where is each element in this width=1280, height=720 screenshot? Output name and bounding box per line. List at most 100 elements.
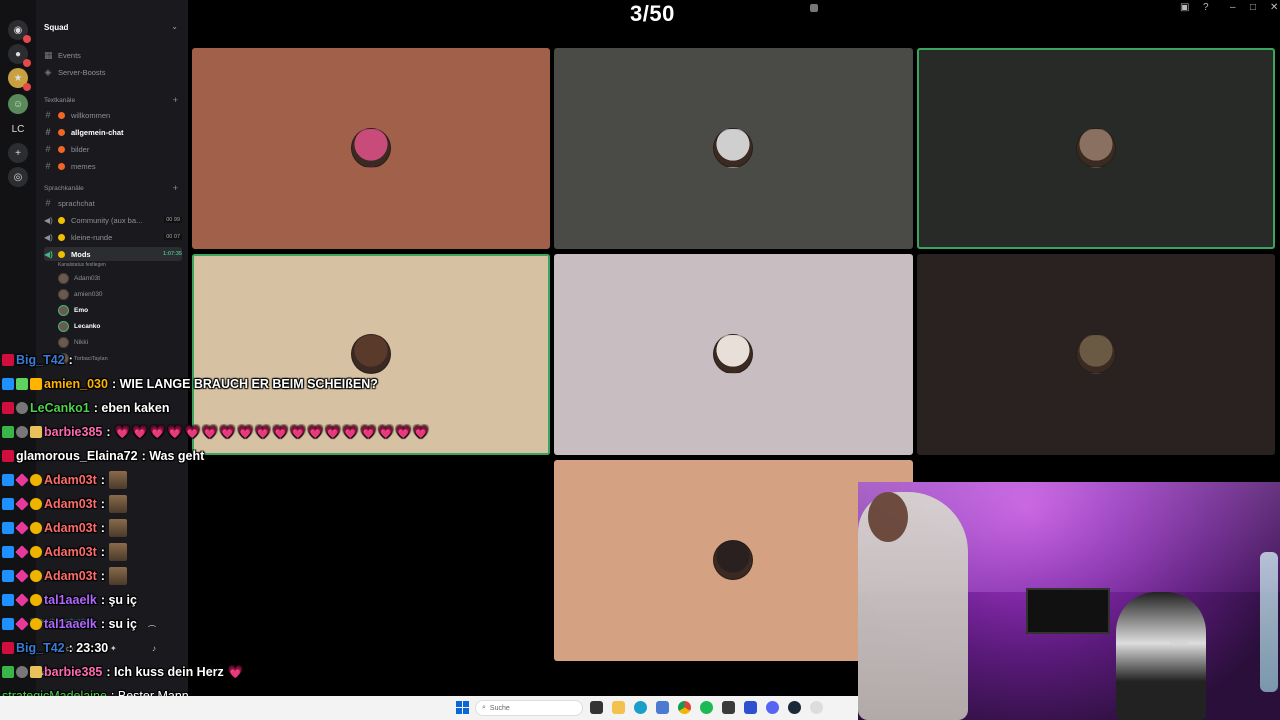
chat-badge-icon bbox=[2, 594, 14, 606]
voice-channel-community[interactable]: ◀) Community (aux ba... 00 99 bbox=[44, 213, 182, 227]
channel-memes[interactable]: # memes bbox=[44, 159, 182, 173]
inbox-icon[interactable]: ▣ bbox=[1180, 2, 1189, 13]
soundboard-icon[interactable]: ♪ bbox=[152, 644, 156, 653]
chat-username[interactable]: tal1aaelk bbox=[44, 617, 97, 631]
server-icon[interactable]: ★ bbox=[8, 68, 31, 91]
video-tile[interactable] bbox=[554, 48, 913, 249]
channel-label: bilder bbox=[71, 144, 90, 154]
voice-user[interactable]: Lecanko bbox=[58, 320, 100, 333]
chat-text: : 23:30 bbox=[68, 641, 109, 655]
channel-sprachchat[interactable]: # sprachchat bbox=[44, 196, 182, 210]
app-icon[interactable] bbox=[744, 701, 757, 714]
chat-message: barbie385: Ich kuss dein Herz 💗 bbox=[2, 662, 245, 682]
chat-badge-icon bbox=[30, 570, 42, 582]
server-boosts-item[interactable]: ◈ Server-Boosts bbox=[44, 65, 182, 79]
channel-allgemein-chat[interactable]: # allgemein-chat bbox=[44, 125, 182, 139]
discover-icon[interactable]: ◎ bbox=[8, 167, 28, 187]
video-tile[interactable] bbox=[917, 254, 1275, 455]
chat-username[interactable]: Big_T42 bbox=[16, 641, 65, 655]
chat-badge-icon bbox=[2, 546, 14, 558]
chat-username[interactable]: barbie385 bbox=[44, 665, 102, 679]
text-category[interactable]: Textkanäle bbox=[44, 97, 75, 104]
disconnect-icon[interactable]: ⌒ bbox=[148, 624, 156, 635]
windows-taskbar: ⌕ Suche bbox=[0, 696, 858, 720]
chat-badge-icon bbox=[16, 378, 28, 390]
chat-username[interactable]: glamorous_Elaina72 bbox=[16, 449, 138, 463]
voice-user-name: Emo bbox=[74, 307, 89, 314]
avatar bbox=[58, 321, 69, 332]
server-icon-active[interactable]: ☺ bbox=[8, 94, 28, 114]
chat-badge-icon bbox=[2, 426, 14, 438]
edge-icon[interactable] bbox=[634, 701, 647, 714]
chat-badge-icon bbox=[16, 666, 28, 678]
streamer-head bbox=[868, 492, 908, 542]
help-icon[interactable]: ? bbox=[1203, 2, 1209, 13]
video-tile[interactable] bbox=[192, 48, 550, 249]
minimize-button[interactable]: – bbox=[1230, 2, 1236, 13]
windows-start-icon[interactable] bbox=[456, 701, 469, 714]
video-tile[interactable] bbox=[554, 254, 913, 455]
maximize-button[interactable]: □ bbox=[1250, 2, 1256, 13]
close-button[interactable]: ✕ bbox=[1270, 2, 1278, 13]
chat-username[interactable]: amien_030 bbox=[44, 377, 108, 391]
speaker-icon: ◀) bbox=[44, 232, 53, 242]
spotify-icon[interactable] bbox=[700, 701, 713, 714]
discord-icon[interactable] bbox=[766, 701, 779, 714]
events-item[interactable]: ▦ Events bbox=[44, 48, 182, 62]
voice-category[interactable]: Sprachkanäle bbox=[44, 185, 84, 192]
chat-username[interactable]: Adam03t bbox=[44, 497, 97, 511]
store-icon[interactable] bbox=[656, 701, 669, 714]
file-explorer-icon[interactable] bbox=[612, 701, 625, 714]
chat-username[interactable]: tal1aaelk bbox=[44, 593, 97, 607]
voice-channel-mods[interactable]: ◀) Mods 1:07:35 bbox=[44, 247, 182, 261]
chat-username[interactable]: Big_T42 bbox=[16, 353, 65, 367]
media-icon[interactable] bbox=[722, 701, 735, 714]
video-tile[interactable] bbox=[917, 48, 1275, 249]
user-limit: 00 07 bbox=[164, 234, 182, 240]
chat-username[interactable]: Adam03t bbox=[44, 521, 97, 535]
task-view-icon[interactable] bbox=[590, 701, 603, 714]
channel-status[interactable]: Kanalstatus festlegen bbox=[58, 262, 106, 268]
voice-user[interactable]: Emo bbox=[58, 304, 88, 317]
voice-user[interactable]: amien030 bbox=[58, 288, 103, 301]
chat-message: Adam03t: bbox=[2, 566, 127, 586]
add-server-icon[interactable]: + bbox=[8, 143, 28, 163]
channel-willkommen[interactable]: # willkommen bbox=[44, 108, 182, 122]
voice-user[interactable]: Adam03t bbox=[58, 272, 100, 285]
chat-badge-icon bbox=[2, 618, 14, 630]
activity-icon[interactable]: ✦ bbox=[110, 644, 117, 653]
add-channel-icon[interactable]: + bbox=[173, 95, 178, 105]
server-name[interactable]: Squad bbox=[44, 23, 68, 32]
server-icon-lc[interactable]: LC bbox=[8, 119, 28, 139]
chat-text: : su iç bbox=[100, 617, 137, 631]
channel-bilder[interactable]: # bilder bbox=[44, 142, 182, 156]
chat-username[interactable]: LeCanko1 bbox=[30, 401, 90, 415]
chat-message: Adam03t: bbox=[2, 494, 127, 514]
taskbar-search[interactable]: ⌕ Suche bbox=[475, 700, 583, 716]
steam-icon[interactable] bbox=[788, 701, 801, 714]
speaker-icon: ◀) bbox=[44, 249, 53, 259]
chat-emote bbox=[108, 543, 127, 561]
avatar bbox=[58, 305, 69, 316]
chevron-down-icon[interactable]: ⌄ bbox=[171, 22, 178, 31]
hash-icon: # bbox=[45, 198, 51, 208]
server-icon[interactable]: ● bbox=[8, 44, 31, 67]
chat-username[interactable]: Adam03t bbox=[44, 569, 97, 583]
chrome-icon[interactable] bbox=[678, 701, 691, 714]
voice-user-name: TorbaciTaylan bbox=[74, 355, 108, 362]
chat-username[interactable]: Adam03t bbox=[44, 545, 97, 559]
chat-message: barbie385: 💗💗💗💗💗💗💗💗💗💗💗💗💗💗💗💗💗💗 bbox=[2, 422, 431, 442]
discord-home-icon[interactable]: ◉ bbox=[8, 20, 31, 43]
obs-icon[interactable] bbox=[810, 701, 823, 714]
chat-badge-icon bbox=[15, 569, 29, 583]
chat-badge-icon bbox=[2, 522, 14, 534]
voice-channel-kleine-runde[interactable]: ◀) kleine-runde 00 07 bbox=[44, 230, 182, 244]
chat-username[interactable]: Adam03t bbox=[44, 473, 97, 487]
avatar bbox=[713, 128, 753, 168]
chat-badge-icon bbox=[2, 450, 14, 462]
chat-text: : bbox=[106, 425, 111, 439]
add-channel-icon[interactable]: + bbox=[173, 183, 178, 193]
voice-user[interactable]: Nikki bbox=[58, 336, 88, 349]
chat-badge-icon bbox=[2, 474, 14, 486]
chat-username[interactable]: barbie385 bbox=[44, 425, 102, 439]
